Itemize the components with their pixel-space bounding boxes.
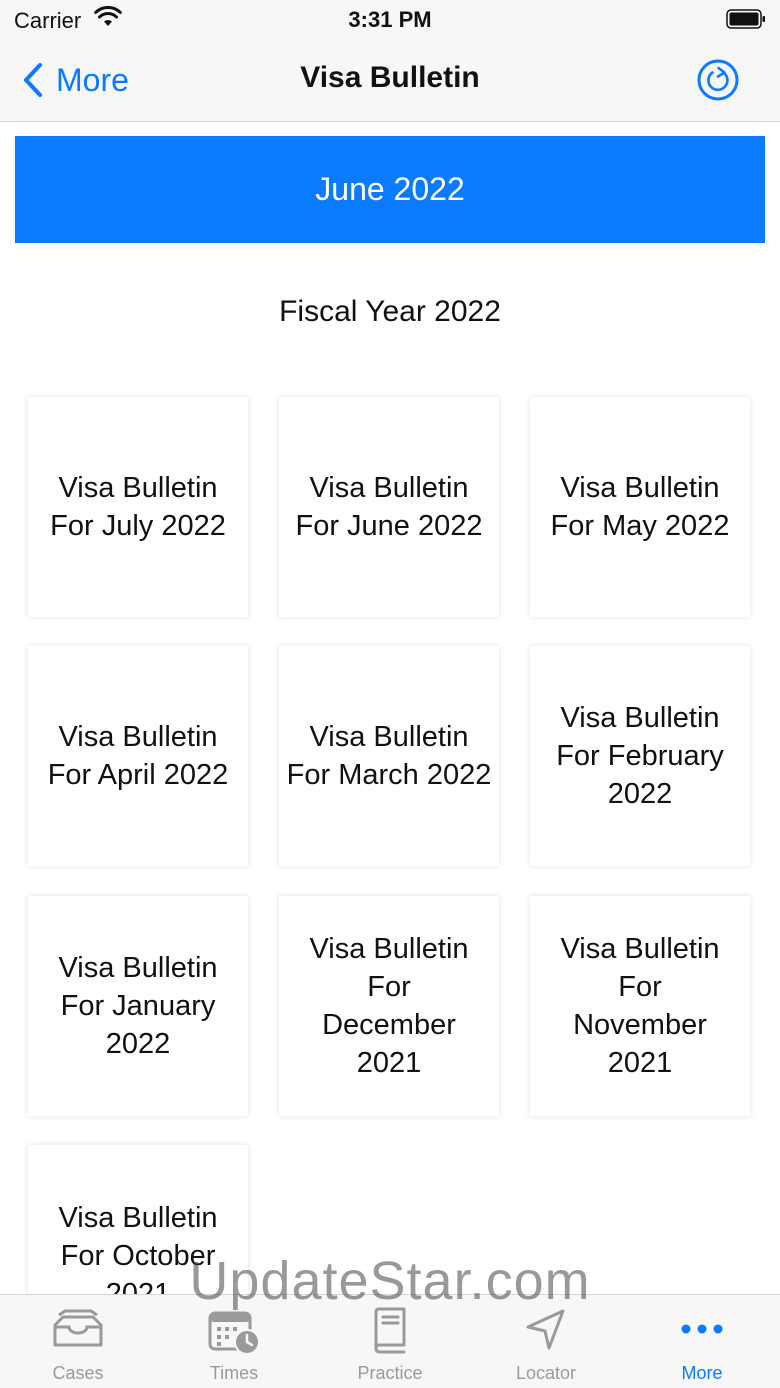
- tab-locator[interactable]: Locator: [468, 1295, 624, 1388]
- navigation-bar: More Visa Bulletin: [0, 40, 780, 122]
- bulletin-card[interactable]: Visa Bulletin For May 2022: [530, 397, 750, 617]
- page-title: Visa Bulletin: [300, 61, 480, 94]
- bulletin-card[interactable]: Visa Bulletin For November 2021: [530, 896, 750, 1116]
- ellipsis-icon: [681, 1324, 723, 1334]
- tab-label: Times: [209, 1363, 259, 1383]
- tray-icon: [53, 1309, 103, 1347]
- status-bar: Carrier 3:31 PM: [0, 0, 780, 40]
- tab-more[interactable]: More: [624, 1295, 780, 1388]
- refresh-icon[interactable]: [696, 58, 740, 102]
- tab-label: Cases: [52, 1363, 104, 1383]
- clock: 3:31 PM: [348, 7, 432, 32]
- location-arrow-icon: [526, 1309, 565, 1350]
- tab-practice[interactable]: Practice: [312, 1295, 468, 1388]
- bulletin-card[interactable]: Visa Bulletin For June 2022: [279, 397, 499, 617]
- bulletin-card[interactable]: Visa Bulletin For February 2022: [530, 646, 750, 866]
- bulletin-card[interactable]: Visa Bulletin For April 2022: [28, 646, 248, 866]
- tab-label: Practice: [357, 1363, 423, 1383]
- bulletin-card[interactable]: Visa Bulletin For July 2022: [28, 397, 248, 617]
- tab-bar: Cases Times Practice Locator More: [0, 1294, 780, 1388]
- tab-label: More: [681, 1363, 723, 1383]
- calendar-clock-icon: [208, 1311, 260, 1355]
- bulletin-card[interactable]: Visa Bulletin For January 2022: [28, 896, 248, 1116]
- battery-icon: [726, 9, 765, 29]
- tab-times[interactable]: Times: [156, 1295, 312, 1388]
- tab-label: Locator: [515, 1363, 577, 1383]
- current-month-banner[interactable]: June 2022: [15, 136, 765, 243]
- bulletin-card[interactable]: Visa Bulletin For March 2022: [279, 646, 499, 866]
- tab-cases[interactable]: Cases: [0, 1295, 156, 1388]
- fiscal-year-heading: Fiscal Year 2022: [279, 295, 501, 328]
- bulletin-card[interactable]: Visa Bulletin For December 2021: [279, 896, 499, 1116]
- book-icon: [374, 1307, 406, 1354]
